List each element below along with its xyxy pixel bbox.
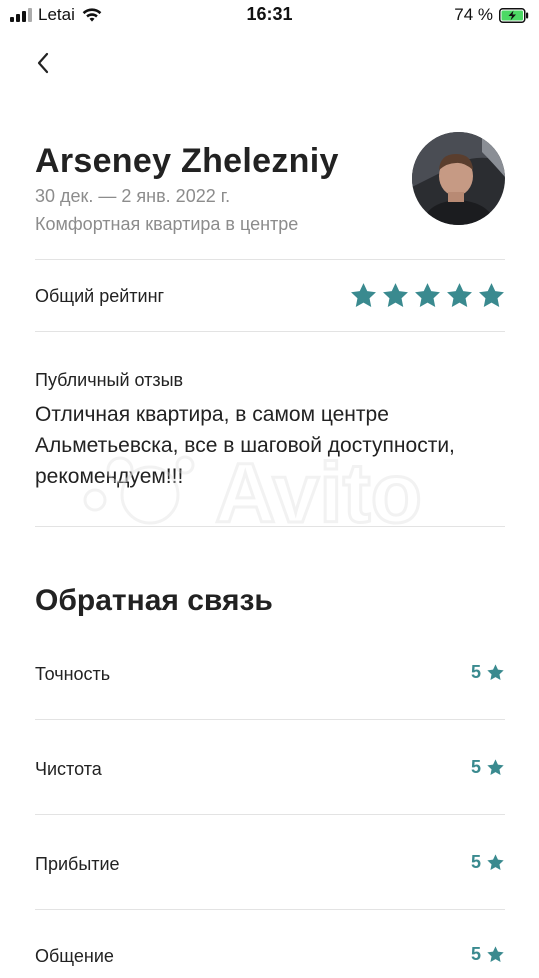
divider [35,719,505,720]
battery-charging-icon [499,7,529,23]
avatar [412,132,505,225]
feedback-label-arrival: Прибытие [35,854,120,874]
divider [35,331,505,332]
feedback-score: 5 [471,944,505,965]
avito-watermark: Avito [83,445,423,540]
divider [35,814,505,815]
status-bar: Letai 16:31 74 % [0,0,539,30]
feedback-score-value: 5 [470,757,481,777]
star-icon [351,283,376,307]
listing-title: Комфортная квартира в центре [35,214,299,234]
overall-rating-stars [349,281,506,310]
feedback-label-accuracy: Точность [35,664,111,684]
public-review-label: Публичный отзыв [35,370,184,390]
feedback-score-value: 5 [470,944,481,964]
divider [35,909,505,910]
divider [35,526,505,527]
divider [35,259,505,260]
star-icon [487,664,504,681]
star-icon [415,283,440,307]
feedback-score: 5 [471,852,505,873]
feedback-score: 5 [471,757,505,778]
star-icon [447,283,472,307]
back-button[interactable] [28,46,58,80]
star-icon [487,759,504,776]
feedback-title: Обратная связь [35,584,273,617]
feedback-row: Точность 5 [35,656,505,696]
star-icon [487,854,504,871]
feedback-label-communication: Общение [35,946,114,966]
chevron-left-icon [37,52,49,74]
star-icon [487,946,504,963]
feedback-row: Прибытие 5 [35,846,505,886]
star-icon [479,283,504,307]
feedback-row: Чистота 5 [35,751,505,791]
feedback-score-value: 5 [470,852,481,872]
status-right: 74 % [454,5,529,25]
stay-dates: 30 дек. — 2 янв. 2022 г. [35,186,231,206]
overall-rating-label: Общий рейтинг [35,286,165,306]
reviewer-name: Arseney Zhelezniy [35,142,339,180]
feedback-score-value: 5 [470,662,481,682]
feedback-label-cleanliness: Чистота [35,759,102,779]
battery-percent: 74 % [454,5,493,24]
feedback-score: 5 [471,662,505,683]
feedback-row: Общение 5 [35,938,505,978]
star-icon [383,283,408,307]
